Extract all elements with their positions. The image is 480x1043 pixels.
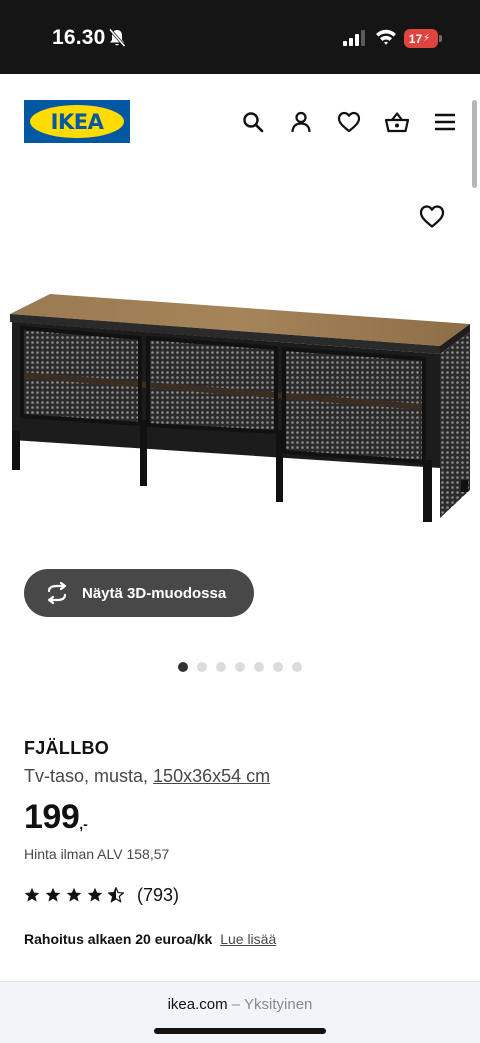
url-separator: – — [231, 996, 241, 1013]
price-suffix: ,- — [79, 816, 88, 832]
site-header: IKEA — [0, 74, 480, 170]
page-scrollbar[interactable] — [472, 100, 477, 188]
heart-icon[interactable] — [337, 110, 361, 134]
browser-address-bar[interactable]: ikea.com – Yksityinen — [0, 981, 480, 1043]
logo-ellipse: IKEA — [30, 105, 124, 138]
battery-level: 17 — [408, 31, 423, 46]
product-name: FJÄLLBO — [24, 738, 110, 758]
financing-read-more-link[interactable]: Lue lisää — [220, 931, 276, 947]
status-time: 16.30 — [52, 26, 106, 49]
url-host: ikea.com — [167, 996, 228, 1013]
financing-text: Rahoitus alkaen 20 euroa/kk — [24, 931, 213, 947]
product-description: Tv-taso, musta, 150x36x54 cm — [24, 766, 270, 787]
view-3d-button[interactable]: Näytä 3D-muodossa — [24, 569, 254, 617]
product-dimensions-link[interactable]: 150x36x54 cm — [153, 766, 270, 786]
ikea-logo[interactable]: IKEA — [24, 100, 130, 143]
logo-text: IKEA — [50, 109, 104, 134]
gallery-dot[interactable] — [273, 662, 283, 672]
product-image[interactable] — [0, 280, 480, 530]
star-full-icon — [87, 887, 103, 902]
home-indicator[interactable] — [154, 1028, 326, 1034]
battery-cap — [439, 35, 442, 42]
star-half-icon — [108, 887, 124, 903]
gallery-dot[interactable] — [292, 662, 302, 672]
review-count[interactable]: (793) — [137, 885, 179, 906]
battery-indicator: 17 ⚡ — [404, 29, 442, 48]
price-integer: 199 — [24, 798, 80, 836]
bell-muted-icon — [108, 28, 126, 47]
gallery-dot[interactable] — [197, 662, 207, 672]
cellular-signal-icon — [343, 30, 365, 46]
add-to-favourites-heart-icon[interactable] — [418, 203, 446, 229]
gallery-dot[interactable] — [235, 662, 245, 672]
menu-icon[interactable] — [433, 110, 457, 134]
url-line: ikea.com – Yksityinen — [0, 996, 480, 1013]
user-icon[interactable] — [289, 110, 313, 134]
gallery-dot[interactable] — [216, 662, 226, 672]
rotate-3d-icon — [47, 582, 67, 604]
gallery-dot[interactable] — [178, 662, 188, 672]
gallery-pagination — [178, 662, 302, 672]
gallery-dot[interactable] — [254, 662, 264, 672]
charging-bolt-icon: ⚡ — [423, 33, 431, 44]
rating-stars[interactable] — [24, 887, 124, 903]
star-full-icon — [24, 887, 40, 902]
product-type: Tv-taso, musta, — [24, 766, 149, 786]
financing-info: Rahoitus alkaen 20 euroa/kk Lue lisää — [24, 931, 276, 947]
search-icon[interactable] — [241, 110, 265, 134]
product-price: 199 ,- — [24, 798, 88, 837]
wifi-icon — [376, 29, 396, 45]
star-full-icon — [66, 887, 82, 902]
private-mode-label: Yksityinen — [244, 996, 313, 1013]
price-excl-vat: Hinta ilman ALV 158,57 — [24, 846, 170, 862]
basket-icon[interactable] — [384, 110, 410, 134]
star-full-icon — [45, 887, 61, 902]
view-3d-label: Näytä 3D-muodossa — [82, 584, 227, 602]
status-bar: 16.30 17 ⚡ — [0, 0, 480, 74]
